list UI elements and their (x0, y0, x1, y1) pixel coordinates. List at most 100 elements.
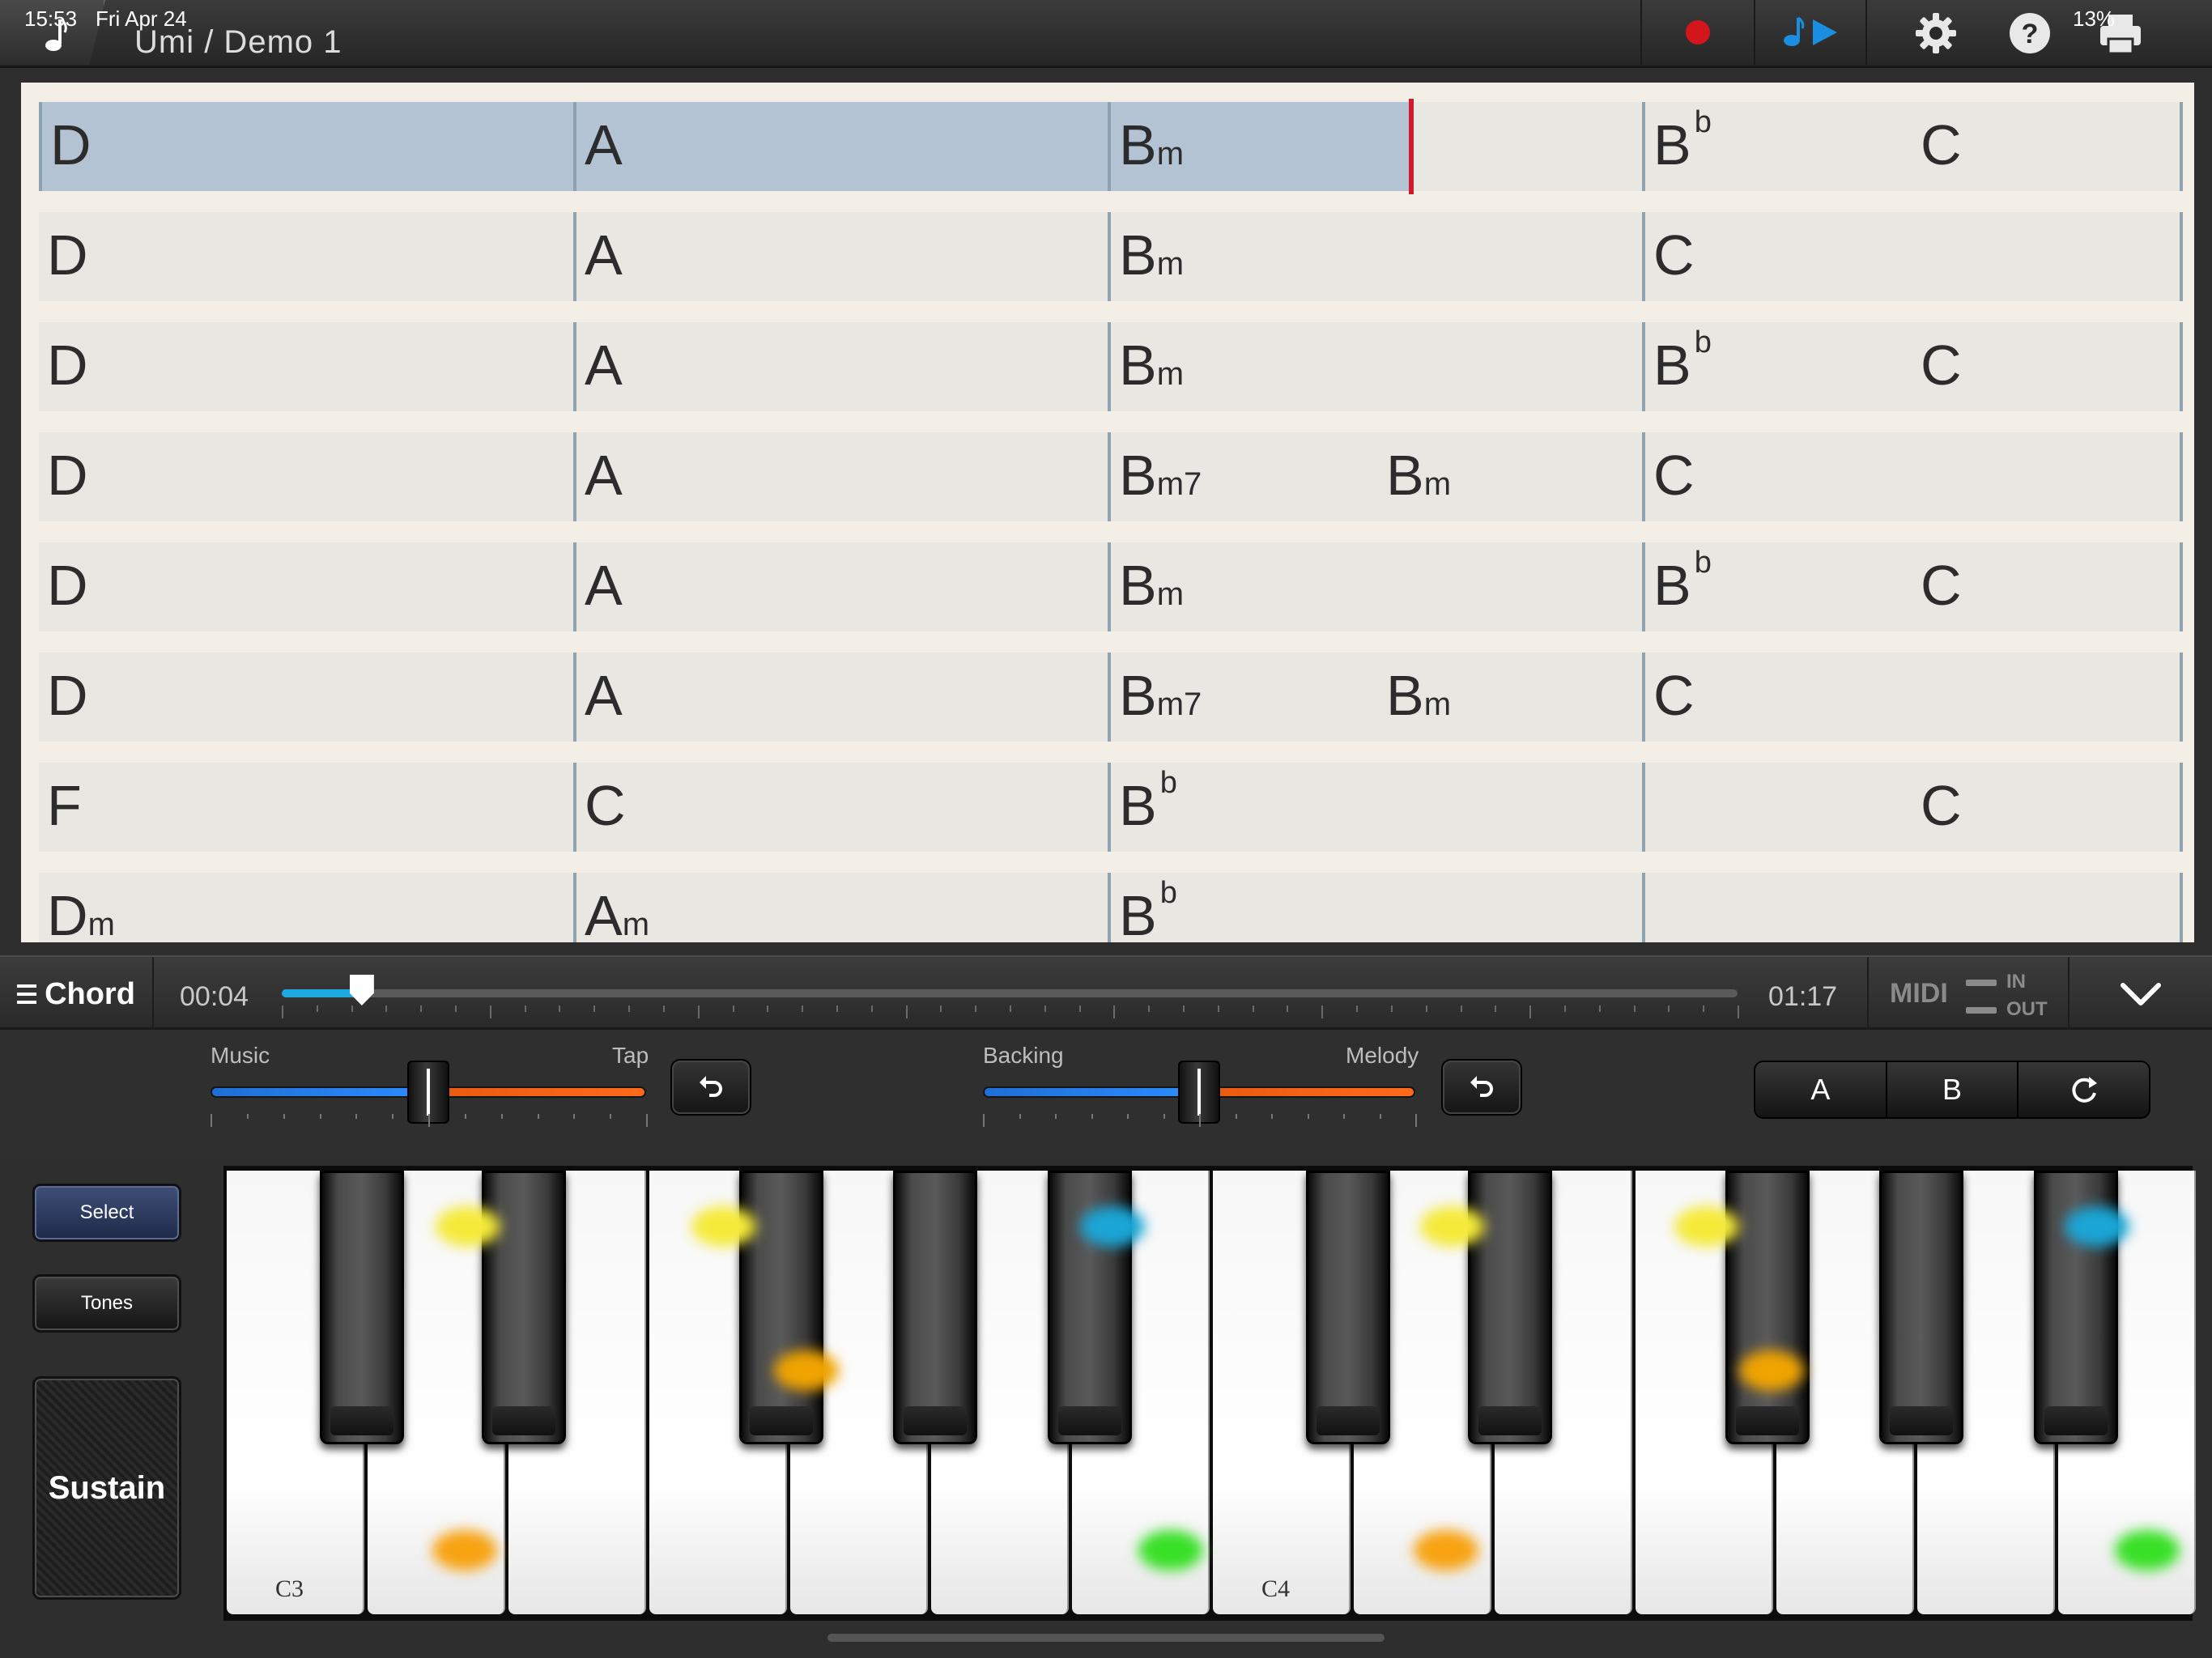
chord-sheet[interactable]: D A Bm Bb C D A Bm C D A Bm Bb C D A Bm7 Bm C D A Bm Bb C D A Bm7 B… (21, 83, 2194, 942)
chord-symbol: D (47, 334, 88, 397)
backing-melody-reset-button[interactable] (1441, 1059, 1522, 1116)
seek-tick (662, 1005, 665, 1012)
chord-bar[interactable]: D (39, 212, 573, 301)
chord-row[interactable]: D A Bm7 Bm C (39, 653, 2183, 742)
chord-row[interactable]: F C Bb C (39, 763, 2183, 852)
section-a-button[interactable]: A (1755, 1062, 1886, 1117)
chord-row[interactable]: D A Bm Bb C (39, 99, 2183, 194)
chord-bar[interactable]: Dm (39, 873, 573, 942)
song-title[interactable]: Umi / Demo 1 (134, 24, 342, 61)
section-b-button[interactable]: B (1885, 1062, 2018, 1117)
loop-button[interactable] (2017, 1062, 2149, 1117)
chord-bar[interactable]: Am (573, 873, 1108, 942)
slider-tick (500, 1114, 503, 1119)
chord-bar[interactable]: D (39, 432, 573, 521)
chord-symbol: C (585, 774, 626, 837)
chord-symbol: Am (585, 884, 650, 942)
chord-bar[interactable]: C (573, 763, 1108, 852)
black-key[interactable] (1467, 1171, 1552, 1444)
seek-tick (1738, 1005, 1739, 1018)
midi-toggle[interactable]: MIDI IN OUT (1867, 957, 2069, 1031)
svg-text:?: ? (2022, 19, 2039, 49)
chord-bar[interactable]: A (573, 653, 1108, 742)
chord-bar[interactable]: Bm (1108, 102, 1642, 191)
seek-tick (1287, 1005, 1289, 1012)
collapse-button[interactable] (2069, 957, 2212, 1031)
chord-symbol: Bm (1119, 223, 1185, 287)
chord-bar[interactable] (1642, 873, 2176, 942)
chord-row[interactable]: D A Bm Bb C (39, 322, 2183, 411)
home-indicator (827, 1634, 1385, 1642)
black-key[interactable] (1725, 1171, 1810, 1444)
record-icon (1686, 20, 1710, 45)
slider-tick (1163, 1114, 1165, 1119)
chord-bar[interactable]: Bm (1108, 322, 1642, 411)
chord-bar[interactable]: A (573, 212, 1108, 301)
chord-bar[interactable]: Bm7 Bm (1108, 653, 1642, 742)
seek-tick (1425, 1005, 1427, 1012)
seek-thumb[interactable] (349, 975, 374, 1005)
slider-tick (537, 1114, 539, 1119)
chord-bar[interactable]: C (1642, 763, 2176, 852)
piano-keyboard[interactable]: C3 C4 (223, 1166, 2196, 1621)
chord-bar[interactable]: Bb (1108, 763, 1642, 852)
record-button[interactable] (1640, 0, 1754, 65)
chord-row[interactable]: D A Bm C (39, 212, 2183, 301)
black-key[interactable] (893, 1171, 978, 1444)
chord-symbol: A (585, 444, 623, 507)
chord-bar[interactable]: Bm7 Bm (1108, 432, 1642, 521)
midi-in-label: IN (2006, 971, 2026, 993)
chord-symbol: C (1921, 113, 1962, 176)
chord-bar[interactable]: A (573, 432, 1108, 521)
chord-symbol: D (47, 664, 88, 727)
chord-bar[interactable]: D (39, 653, 573, 742)
chord-bar[interactable]: Bb C (1642, 322, 2176, 411)
black-key[interactable] (1305, 1171, 1390, 1444)
black-key[interactable] (481, 1171, 566, 1444)
black-key[interactable] (319, 1171, 404, 1444)
undo-icon (700, 1076, 722, 1097)
tap-label: Tap (612, 1043, 649, 1068)
music-tap-reset-button[interactable] (670, 1059, 751, 1116)
chord-row[interactable]: D A Bm Bb C (39, 542, 2183, 631)
chord-bar[interactable]: Bb C (1642, 542, 2176, 631)
gear-icon[interactable] (1912, 10, 1959, 57)
chord-bar[interactable]: A (573, 542, 1108, 631)
chord-bar[interactable]: A (573, 102, 1108, 191)
seek-tick (559, 1005, 561, 1012)
slider-tick (1019, 1114, 1021, 1119)
seek-tick (385, 1005, 388, 1012)
chord-bar[interactable]: C (1642, 432, 2176, 521)
chord-symbol: D (50, 113, 91, 176)
chord-bar[interactable]: D (39, 322, 573, 411)
chord-bar[interactable]: A (573, 322, 1108, 411)
chord-mode-menu[interactable]: Chord (0, 957, 154, 1031)
chord-bar[interactable]: Bm (1108, 212, 1642, 301)
black-key[interactable] (1879, 1171, 1964, 1444)
chord-bar[interactable]: D (39, 102, 573, 191)
seek-tick (1633, 1005, 1636, 1012)
seek-tick (1217, 1005, 1219, 1012)
note-guide-glow (432, 1530, 497, 1571)
chord-bar[interactable]: C (1642, 653, 2176, 742)
chord-bar[interactable]: Bb (1108, 873, 1642, 942)
black-key[interactable] (739, 1171, 824, 1444)
chord-bar[interactable]: C (1642, 212, 2176, 301)
chord-bar[interactable]: F (39, 763, 573, 852)
chord-bar[interactable]: D (39, 542, 573, 631)
seek-bar[interactable] (282, 975, 1738, 1005)
play-button[interactable] (1754, 0, 1867, 65)
music-tap-ticks (211, 1114, 648, 1127)
chord-bar[interactable]: Bb C (1642, 102, 2176, 191)
chord-row[interactable]: D A Bm7 Bm C (39, 432, 2183, 521)
slider-tick (1235, 1114, 1237, 1119)
chord-symbol: A (585, 223, 623, 287)
sustain-button[interactable]: Sustain (32, 1376, 181, 1600)
refresh-icon (2072, 1077, 2097, 1103)
chord-symbol: Bb (1653, 105, 1712, 176)
chord-bar[interactable]: Bm (1108, 542, 1642, 631)
select-button[interactable]: Select (32, 1184, 181, 1242)
help-icon[interactable]: ? (2006, 10, 2053, 57)
chord-row[interactable]: Dm Am Bb (39, 873, 2183, 942)
tones-button[interactable]: Tones (32, 1274, 181, 1333)
